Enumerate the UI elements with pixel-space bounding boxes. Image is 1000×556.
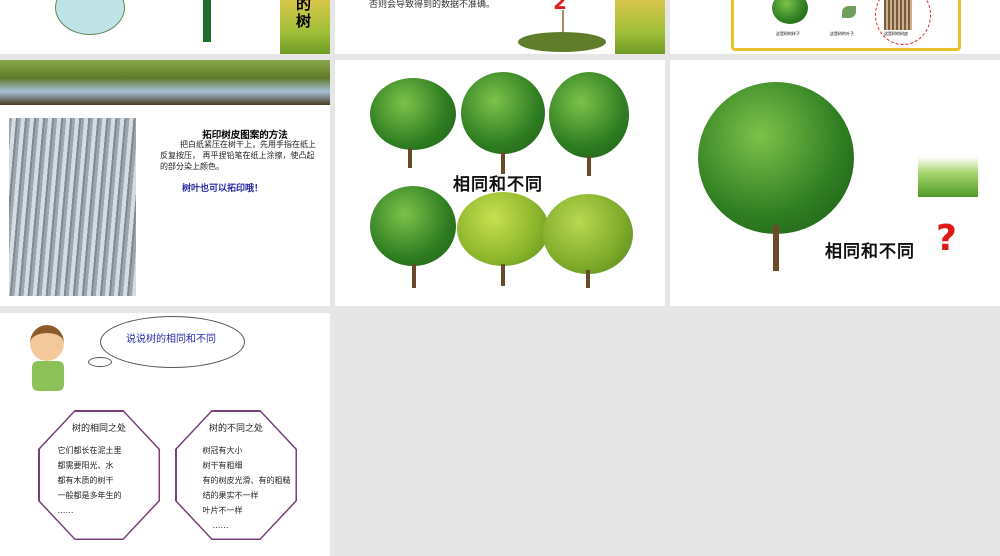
similarities-title: 树的相同之处 [71, 423, 126, 434]
grass-image [918, 157, 978, 197]
question-mark: ? [936, 218, 957, 259]
slide-thumbnail-7[interactable]: 说说树的相同和不同 树的相同之处 它们都长在泥土里 都需要阳光、水 都有木质的树… [0, 313, 330, 556]
leaf-image [842, 6, 856, 18]
list-item: 都有木质的树干 [57, 475, 114, 485]
slide-thumbnail-6[interactable]: 相同和不同 ? [670, 60, 1000, 306]
tree-image [543, 194, 633, 274]
list-item: 树冠有大小 [202, 445, 243, 455]
bark-texture-image [9, 118, 136, 296]
list-item: 叶片不一样 [202, 505, 243, 515]
differences-title: 树的不同之处 [208, 423, 263, 434]
list-item: 它们都长在泥土里 [57, 445, 122, 455]
slide-title-fragment: 的 树 [296, 0, 312, 30]
tree-branch-banner [0, 60, 330, 105]
boy-cartoon-image [30, 325, 64, 361]
slide-thumbnail-1[interactable]: 的 树 [0, 0, 330, 54]
slide-thumbnail-4[interactable]: 拓印树皮图案的方法 把白纸紧压在树干上，先用手指在纸上反复按压， 再平捏铅笔在纸… [0, 60, 330, 306]
leaf-rubbing-note: 树叶也可以拓印哦！ [182, 184, 264, 194]
list-item: 一般都是多年生的 [57, 490, 122, 500]
list-item: …… [212, 520, 229, 530]
grass-image [615, 0, 665, 54]
large-tree-image [698, 82, 854, 234]
method-body: 把白纸紧压在树干上，先用手指在纸上反复按压， 再平捏铅笔在纸上涂擦，使凸起的部分… [160, 140, 316, 171]
tree-image [461, 72, 545, 154]
similarities-box: 树的相同之处 它们都长在泥土里 都需要阳光、水 都有木质的树干 一般都是多年生的… [38, 410, 160, 540]
caption-leaf: 这是树的叶子 [830, 31, 854, 36]
list-item: …… [57, 505, 74, 515]
tree-image [370, 186, 456, 266]
differences-box: 树的不同之处 树冠有大小 树干有粗细 有的树皮光滑、有的粗糙 结的果实不一样 叶… [175, 410, 297, 540]
willow-tree-image [55, 0, 125, 35]
list-item: 都需要阳光、水 [57, 460, 114, 470]
tree-outline-image [203, 0, 211, 42]
slide-thumbnail-5[interactable]: 相同和不同 [335, 60, 665, 306]
slide-thumbnail-3[interactable]: 这是树的样子 这是树的叶子 这是树的树皮 [670, 0, 1000, 54]
tree-image [457, 192, 549, 266]
same-and-different-label: 相同和不同 [825, 242, 915, 262]
tree-image [370, 78, 456, 150]
grass-patch-image [518, 32, 606, 52]
list-item: 结的果实不一样 [202, 490, 259, 500]
step-number: 2 [553, 0, 567, 14]
bubble-text: 说说树的相同和不同 [126, 334, 216, 345]
slide-text: 否则会导致得到的数据不准确。 [369, 0, 496, 10]
caption-tree: 这是树的样子 [776, 31, 800, 36]
tree-image [549, 72, 629, 158]
list-item: 有的树皮光滑、有的粗糙 [202, 475, 291, 485]
list-item: 树干有粗细 [202, 460, 243, 470]
slide-thumbnail-2[interactable]: 否则会导致得到的数据不准确。 2 [335, 0, 665, 54]
caption-bark: 这是树的树皮 [884, 31, 908, 36]
